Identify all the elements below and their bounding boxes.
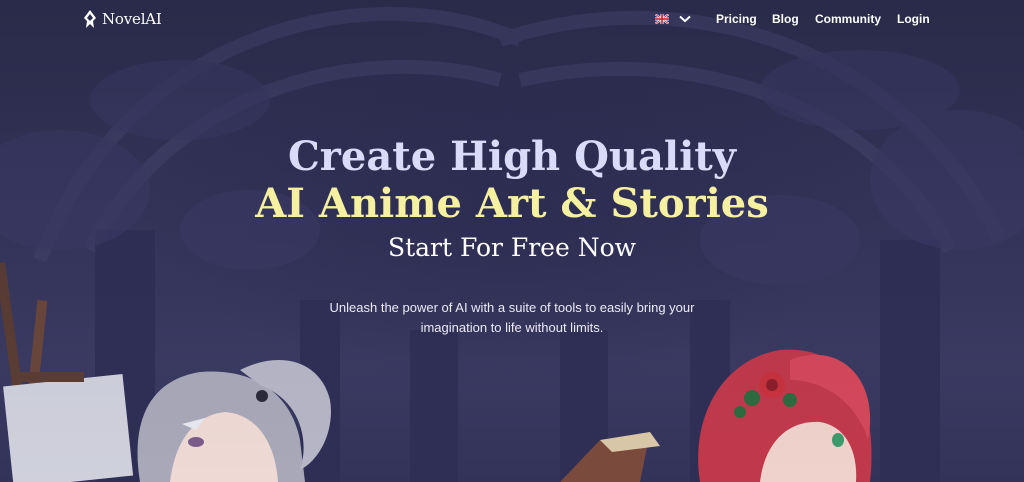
hero-title-line-2: AI Anime Art & Stories (255, 180, 769, 227)
nav-link-pricing[interactable]: Pricing (716, 12, 757, 26)
brand-logo[interactable]: NovelAI (82, 8, 162, 30)
nav-link-community[interactable]: Community (815, 12, 881, 26)
hero-title-line-1: Create High Quality (287, 133, 737, 180)
uk-flag-icon (655, 14, 669, 24)
hero-subtitle: Start For Free Now (387, 233, 637, 262)
hero-section: NovelAI Pricing Blog Community Login Cre… (0, 0, 1024, 482)
nav-link-login[interactable]: Login (897, 12, 930, 26)
language-selector[interactable] (655, 11, 691, 27)
brand-name: NovelAI (102, 10, 162, 28)
hero-description: Unleash the power of AI with a suite of … (329, 300, 695, 335)
top-nav: NovelAI Pricing Blog Community Login (0, 0, 1024, 40)
chevron-down-icon (679, 15, 691, 23)
nav-link-blog[interactable]: Blog (772, 12, 799, 26)
quill-icon (84, 10, 96, 28)
